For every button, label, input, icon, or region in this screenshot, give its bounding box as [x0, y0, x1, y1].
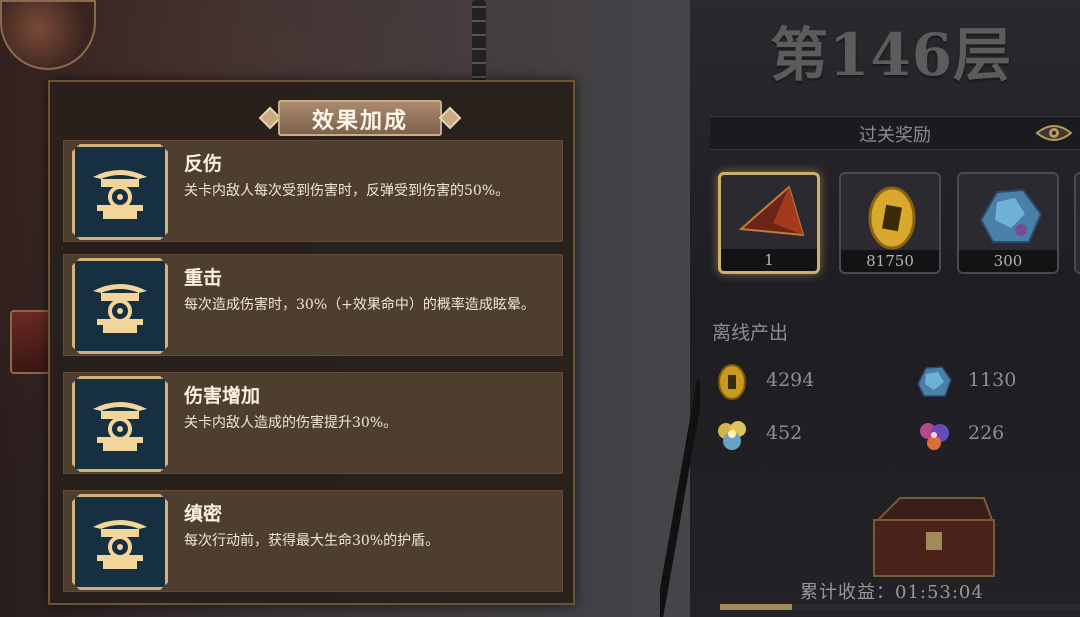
effect-item: 缜密 每次行动前，获得最大生命30%的护盾。 [63, 490, 563, 592]
effect-desc: 每次造成伤害时，30%（+效果命中）的概率造成眩晕。 [184, 297, 535, 313]
earnings-progress-fill [720, 604, 792, 610]
effect-name: 重击 [184, 267, 223, 289]
pavilion-icon [72, 258, 168, 354]
panel-title: 效果加成 [311, 108, 408, 134]
floor-title: 第146层 [770, 21, 1013, 89]
effect-name: 缜密 [184, 503, 223, 525]
offline-value: 226 [968, 422, 1005, 444]
reward-slot[interactable]: 300 [957, 172, 1059, 274]
effect-name: 反伤 [184, 153, 223, 175]
reward-count: 1 [721, 249, 817, 271]
blue-crystal-icon [917, 366, 952, 397]
earnings-progress [720, 604, 1080, 610]
hanging-chain [472, 0, 486, 82]
purple-flower-icon [920, 423, 949, 450]
offline-value: 452 [766, 422, 803, 444]
blue-crystal-icon [979, 188, 1043, 243]
pavilion-icon [72, 144, 168, 240]
reward-header: 过关奖励 [710, 116, 1080, 150]
eye-icon[interactable] [1035, 122, 1073, 144]
effect-item: 反伤 关卡内敌人每次受到伤害时，反弹受到伤害的50%。 [63, 140, 563, 242]
effect-item: 伤害增加 关卡内敌人造成的伤害提升30%。 [63, 372, 563, 474]
reward-count: 300 [959, 250, 1057, 272]
treasure-chest-icon[interactable] [860, 490, 1000, 580]
red-gem-icon [738, 185, 805, 237]
reward-slot[interactable]: 81750 [839, 172, 941, 274]
pavilion-icon [72, 376, 168, 472]
earnings-label: 累计收益：01:53:04 [800, 582, 984, 603]
pavilion-icon [72, 494, 168, 590]
reward-label: 过关奖励 [859, 125, 931, 146]
offline-title: 离线产出 [712, 322, 789, 344]
stand-leg [660, 380, 700, 617]
effect-desc: 每次行动前，获得最大生命30%的护盾。 [184, 533, 440, 549]
gold-coin-icon [868, 186, 916, 250]
effect-item: 重击 每次造成伤害时，30%（+效果命中）的概率造成眩晕。 [63, 254, 563, 356]
effects-panel: 效果加成 反伤 关卡内敌人每次受到伤害时，反弹受到伤害的50%。 重击 每次造成… [48, 80, 575, 605]
gold-flower-icon [718, 421, 746, 450]
reward-slot-partial[interactable] [1074, 172, 1080, 274]
panel-header: 效果加成 [258, 98, 462, 138]
gold-coin-icon [718, 364, 746, 400]
side-tag-icon [10, 310, 50, 374]
effect-desc: 关卡内敌人每次受到伤害时，反弹受到伤害的50%。 [184, 183, 510, 199]
reward-slot[interactable]: 1 [718, 172, 820, 274]
offline-value: 4294 [766, 369, 815, 391]
reward-count: 81750 [841, 250, 939, 272]
offline-value: 1130 [968, 369, 1017, 391]
effect-name: 伤害增加 [184, 385, 261, 407]
effect-desc: 关卡内敌人造成的伤害提升30%。 [184, 415, 398, 431]
